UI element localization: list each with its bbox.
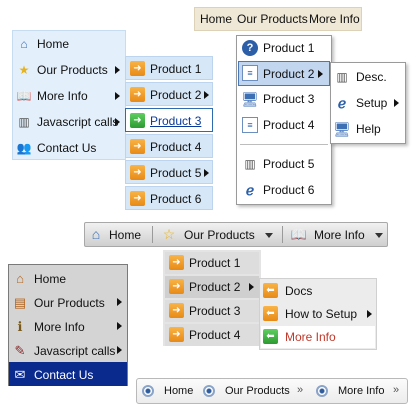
document-icon: ≡	[242, 117, 258, 133]
gray-submenu-item[interactable]: ➜ Product 3	[165, 300, 259, 322]
gray-sub-submenu-item[interactable]: ⬅ Docs	[261, 280, 375, 302]
submenu-arrow-icon	[115, 92, 120, 100]
people-icon: 👥	[16, 141, 32, 155]
arrow-right-icon: ➜	[169, 255, 184, 270]
folder-icon: ▤	[13, 294, 27, 310]
gray-submenu-item[interactable]: ➜ Product 4	[165, 324, 259, 346]
star-icon: ☆	[162, 226, 176, 242]
arrow-left-icon: ⬅	[263, 329, 278, 344]
beige-sub-submenu-item[interactable]: ℯ Setup	[331, 91, 405, 115]
dropdown-arrow-icon	[375, 233, 383, 238]
submenu-arrow-icon	[394, 99, 399, 107]
contact-icon: ✉	[14, 366, 26, 382]
star-icon: ★	[18, 63, 30, 77]
radio-bullet-icon	[203, 385, 215, 397]
document-icon: ≡	[242, 65, 258, 81]
arrow-right-icon: ➜	[130, 139, 145, 154]
blue-submenu-item[interactable]: ➜ Product 1	[125, 56, 213, 80]
arrow-right-icon: ➜	[130, 191, 145, 206]
submenu-arrow-icon	[204, 169, 209, 177]
computer-icon: 🖥	[333, 121, 351, 137]
beige-submenu-item[interactable]: ▥ Product 5	[238, 152, 330, 176]
dropdown-arrow-icon	[265, 233, 273, 238]
breadcrumb-home[interactable]: Home	[164, 385, 193, 397]
home-icon: ⌂	[91, 226, 101, 242]
submenu-arrow-icon	[318, 70, 323, 78]
computer-icon: 🖥	[241, 91, 259, 107]
beige-submenu-item[interactable]: ℯ Product 6	[238, 178, 330, 202]
blue-submenu-item[interactable]: ➜ Product 5	[125, 160, 213, 184]
arrow-right-icon: ➜	[130, 113, 145, 128]
submenu-arrow-icon	[249, 283, 254, 291]
menu-divider	[282, 226, 283, 243]
submenu-arrow-icon	[115, 66, 120, 74]
beige-sub-submenu-item[interactable]: 🖥 Help	[331, 117, 405, 141]
blue-submenu-item[interactable]: ➜ Product 2	[125, 82, 213, 106]
gray-sub-submenu-item-selected[interactable]: ⬅ More Info	[261, 326, 375, 348]
breadcrumb-separator: »	[393, 384, 400, 396]
arrow-left-icon: ⬅	[263, 283, 278, 298]
blue-menu-item-our-products[interactable]: ★ Our Products	[12, 57, 126, 83]
radio-bullet-icon	[142, 385, 154, 397]
menu-divider	[240, 144, 328, 145]
info-icon: ℹ	[17, 318, 23, 334]
arrow-left-icon: ⬅	[263, 306, 278, 321]
beige-menu-home[interactable]: Home	[200, 12, 232, 26]
submenu-arrow-icon	[117, 346, 122, 354]
book-icon: 📖	[290, 226, 308, 242]
beige-menu-our-products[interactable]: Our Products	[237, 12, 308, 26]
gray-submenu-item-selected[interactable]: ➜ Product 2	[165, 276, 259, 298]
gray-submenu-item[interactable]: ➜ Product 1	[165, 252, 259, 274]
gray-menu-our-products[interactable]: ☆ Our Products	[161, 225, 277, 244]
submenu-arrow-icon	[204, 91, 209, 99]
dark-menu-item-javascript-calls[interactable]: ✎ Javascript calls	[9, 338, 127, 362]
chart-icon: ▥	[18, 115, 30, 129]
blue-menu-item-contact-us[interactable]: 👥 Contact Us	[12, 135, 126, 161]
submenu-arrow-icon	[367, 310, 372, 318]
blue-submenu-item[interactable]: ➜ Product 4	[125, 134, 213, 158]
beige-sub-submenu-item[interactable]: ▥ Desc.	[331, 65, 405, 89]
arrow-right-icon: ➜	[169, 303, 184, 318]
breadcrumb-separator: »	[297, 384, 304, 396]
blue-menu-item-more-info[interactable]: 📖 More Info	[12, 83, 126, 109]
beige-submenu-item-selected[interactable]: ≡ Product 2	[238, 61, 330, 86]
breadcrumb-our-products[interactable]: Our Products	[225, 385, 290, 397]
gray-menu-more-info[interactable]: 📖 More Info	[291, 225, 385, 244]
internet-explorer-icon: ℯ	[245, 182, 255, 198]
arrow-right-icon: ➜	[130, 87, 145, 102]
submenu-arrow-icon	[117, 322, 122, 330]
help-icon: ?	[242, 40, 258, 56]
book-icon: 📖	[16, 89, 32, 103]
blue-menu-item-javascript-calls[interactable]: ▥ Javascript calls	[12, 109, 126, 135]
dark-menu-item-more-info[interactable]: ℹ More Info	[9, 314, 127, 338]
breadcrumb-more-info[interactable]: More Info	[338, 385, 384, 397]
radio-bullet-icon	[316, 385, 328, 397]
chart-icon: ▥	[336, 70, 348, 84]
gray-menu-home[interactable]: ⌂ Home	[88, 225, 148, 244]
arrow-right-icon: ➜	[130, 61, 145, 76]
submenu-arrow-icon	[117, 298, 122, 306]
gray-sub-submenu-item[interactable]: ⬅ How to Setup	[261, 303, 375, 325]
arrow-right-icon: ➜	[169, 279, 184, 294]
home-icon: ⌂	[16, 270, 24, 286]
arrow-right-icon: ➜	[130, 165, 145, 180]
submenu-arrow-icon	[115, 118, 120, 126]
blue-submenu-item-selected[interactable]: ➜ Product 3	[125, 108, 213, 132]
beige-menu-more-info[interactable]: More Info	[309, 12, 360, 26]
script-icon: ✎	[14, 342, 26, 358]
blue-menu-item-home[interactable]: ⌂ Home	[12, 31, 126, 57]
beige-submenu-item[interactable]: 🖥 Product 3	[238, 87, 330, 111]
arrow-right-icon: ➜	[169, 327, 184, 342]
blue-submenu-item[interactable]: ➜ Product 6	[125, 186, 213, 210]
dark-menu-item-contact-us[interactable]: ✉ Contact Us	[9, 362, 127, 386]
dark-menu-item-our-products[interactable]: ▤ Our Products	[9, 290, 127, 314]
menu-divider	[152, 226, 153, 243]
chart-icon: ▥	[244, 157, 256, 171]
internet-explorer-icon: ℯ	[337, 95, 347, 111]
dark-menu-item-home[interactable]: ⌂ Home	[9, 266, 127, 290]
home-icon: ⌂	[20, 37, 28, 51]
beige-submenu-item[interactable]: ≡ Product 4	[238, 113, 330, 137]
beige-submenu-item[interactable]: ? Product 1	[238, 36, 330, 60]
